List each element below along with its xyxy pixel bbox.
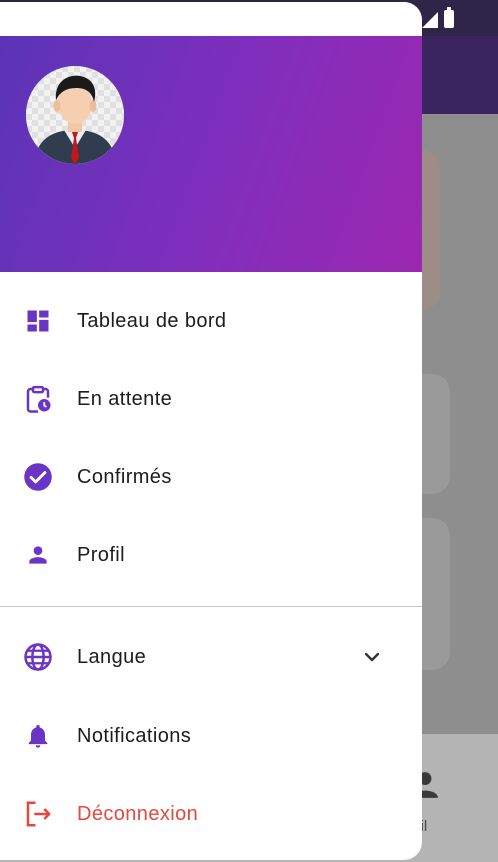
bell-icon [22,720,54,752]
clipboard-clock-icon [22,383,54,415]
chevron-down-icon[interactable] [360,645,384,669]
navigation-drawer: Tableau de bord En attente Confirmés Pro… [0,2,422,860]
menu-divider [0,606,422,607]
menu-item-profile[interactable]: Profil [0,524,422,586]
menu-label: Profil [77,543,125,566]
menu-item-confirmed[interactable]: Confirmés [0,446,422,508]
drawer-header [0,36,422,272]
menu-item-dashboard[interactable]: Tableau de bord [0,290,422,352]
menu-label: En attente [77,387,173,410]
menu-label: Langue [77,645,147,668]
battery-icon [444,7,454,28]
menu-item-pending[interactable]: En attente [0,368,422,430]
globe-icon [22,641,54,673]
status-icons [422,7,454,28]
menu-label: Confirmés [77,465,172,488]
person-icon [22,539,54,571]
avatar[interactable] [26,66,124,164]
menu-label: Déconnexion [77,802,199,825]
menu-label: Tableau de bord [77,309,227,332]
check-circle-icon [22,461,54,493]
drawer-top-bar [0,2,422,36]
menu-item-notifications[interactable]: Notifications [0,705,422,767]
menu-item-logout[interactable]: Déconnexion [0,783,422,845]
logout-icon [22,798,54,830]
dashboard-icon [22,305,54,337]
signal-icon [422,12,438,28]
user-avatar-icon [26,66,124,164]
menu-item-language[interactable]: Langue [0,626,422,688]
menu-label: Notifications [77,724,192,747]
